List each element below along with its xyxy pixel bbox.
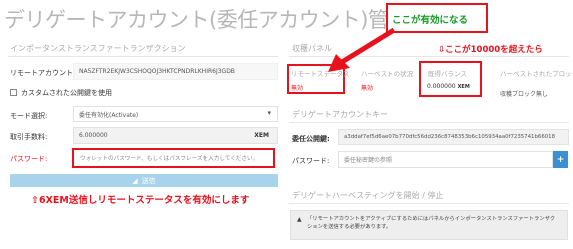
fee-unit: XEM <box>254 132 269 139</box>
divider <box>289 203 569 204</box>
delegate-pubkey-label: 委任公開鍵: <box>292 135 330 143</box>
key-password-input[interactable]: 委任秘密鍵の参照 <box>338 151 553 168</box>
remote-account-label: リモートアカウント: <box>10 69 76 77</box>
delegate-key-title: デリゲートアカウントキー <box>292 110 388 119</box>
remote-account-field[interactable]: NA5ZFTR2EKJW3CSHOQOJ3HKTCPNDRLKHIR6J3GDB <box>73 63 278 80</box>
harvested-blocks-label: ハーベストされたブロック <box>500 70 573 78</box>
key-password-label: パスワード: <box>292 157 330 165</box>
harvest-notice-text: 「リモートアカウントをアクティブにするためにはパネルからインポータンストランスフ… <box>307 216 556 230</box>
section-title-importance-transfer: インポータンストランスファートランザクション <box>10 44 186 53</box>
harvest-start-stop-title: デリゲートハーベスティングを開始 / 停止 <box>292 191 444 200</box>
password-label: パスワード: <box>10 155 48 163</box>
custom-key-label: カスタムされた公開鍵を使用 <box>21 89 112 97</box>
vested-balance-value: 0.000000 XEM <box>427 83 470 90</box>
chevron-down-icon: ▾ <box>267 109 271 117</box>
password-input[interactable]: ウォレットのパスワード、もしくはパスフレーズを入力してください。 <box>75 151 272 165</box>
divider <box>8 56 278 57</box>
mode-select[interactable]: 委任有効化(Activate) ▾ <box>73 106 278 122</box>
send-button[interactable]: ◢ 送信 <box>10 174 278 187</box>
fee-field[interactable]: 6.000000 XEM <box>73 127 278 144</box>
vested-balance-unit: XEM <box>457 84 470 90</box>
add-button[interactable]: + <box>553 151 568 168</box>
warning-icon: ▲ <box>297 216 302 223</box>
send-button-label: 送信 <box>141 176 156 185</box>
mode-label: モード選択: <box>10 112 48 120</box>
vested-balance-highlight <box>419 61 482 97</box>
harvest-status-label: ハーベストの状況 <box>361 70 414 78</box>
mode-select-value: 委任有効化(Activate) <box>79 111 139 119</box>
delegate-pubkey-field[interactable]: a3ddaf7ef5d6ae07b770dfc56dd236c8748353b6… <box>338 129 569 145</box>
fee-value: 6.000000 <box>79 132 108 139</box>
vested-balance-amount: 0.000000 <box>427 83 456 90</box>
send-icon: ◢ <box>132 176 138 185</box>
send-annotation: ⇧6XEM送信しリモートステータスを有効にします <box>31 195 250 206</box>
status-annotation: ここが有効になる <box>392 15 469 26</box>
remote-status-value: 無効 <box>291 85 304 92</box>
vested-balance-label: 既得バランス <box>428 70 467 78</box>
custom-key-checkbox[interactable] <box>10 89 17 96</box>
fee-label: 取引手数料: <box>10 133 48 141</box>
remote-status-label: リモートステータス <box>291 70 350 78</box>
divider <box>289 122 569 123</box>
balance-annotation: ⇩ここが10000を超えたら <box>438 45 543 55</box>
harvest-notice-box: ▲ 「リモートアカウントをアクティブにするためにはパネルからインポータンストラン… <box>290 210 568 240</box>
harvested-blocks-value: 収穫ブロック無し <box>500 91 549 98</box>
harvest-status-value: 無効 <box>361 85 374 92</box>
